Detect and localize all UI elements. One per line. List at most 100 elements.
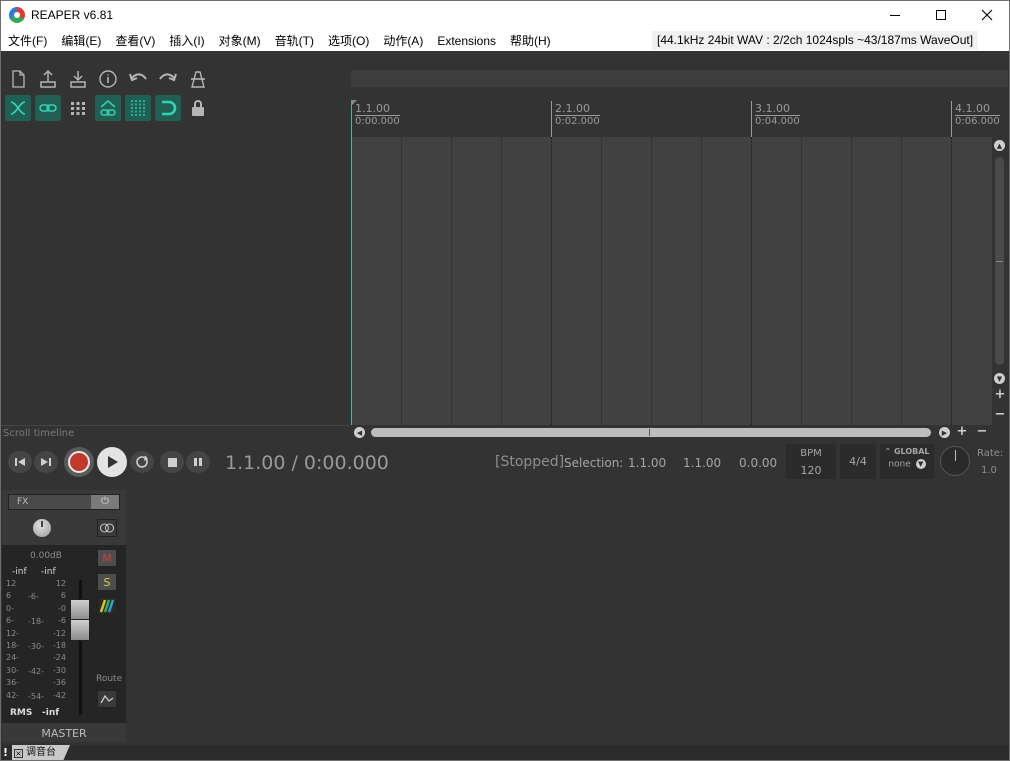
mixer-panel[interactable]: FX ⏻ 0.00dB -inf -inf 12 6 0- 6- 12- 18-… — [0, 487, 1010, 745]
meter-scale-right: 12 6 -0 -6 -12 -18 -24 -30 -36 -42 — [52, 578, 66, 702]
beat-gridline — [601, 137, 602, 425]
play-button[interactable] — [97, 447, 127, 477]
solo-button[interactable]: S — [97, 573, 117, 591]
zoom-in-horizontal-icon[interactable]: + — [956, 425, 968, 438]
ruler-time-label: 0:04.000 — [755, 116, 800, 127]
open-project-icon[interactable] — [35, 66, 61, 92]
close-tab-icon[interactable]: × — [14, 748, 23, 758]
save-project-icon[interactable] — [65, 66, 91, 92]
menu-extensions[interactable]: Extensions — [430, 31, 503, 51]
docker-indicator: ! — [3, 746, 9, 759]
minimize-button[interactable] — [872, 0, 918, 30]
arrange-view[interactable] — [351, 137, 992, 425]
zoom-in-vertical-icon[interactable]: + — [994, 388, 1006, 401]
track-control-panel[interactable] — [0, 51, 350, 441]
mixer-dock-tab[interactable]: × 调音台 — [12, 745, 70, 761]
scale-tick: -18 — [52, 641, 66, 651]
rms-value: -inf — [42, 708, 60, 718]
go-to-start-button[interactable] — [8, 451, 32, 473]
peak-right: -inf — [41, 567, 56, 577]
scale-tick: -0 — [58, 603, 66, 613]
scale-tick: 6 — [6, 591, 12, 601]
ruler-marker: 3.1.00 0:04.000 — [751, 101, 800, 137]
fx-bypass-icon[interactable]: ⏻ — [91, 495, 119, 509]
volume-fader-handle[interactable] — [70, 599, 90, 621]
snap-magnet-icon[interactable] — [155, 95, 181, 121]
bpm-value: 120 — [800, 464, 822, 477]
snap-grid-icon[interactable] — [65, 95, 91, 121]
scroll-grip — [996, 261, 1003, 262]
lock-icon[interactable] — [185, 95, 211, 121]
route-button[interactable] — [97, 597, 117, 615]
go-to-end-button[interactable] — [34, 451, 58, 473]
stop-button[interactable] — [160, 451, 184, 473]
menu-track[interactable]: 音轨(T) — [268, 31, 321, 51]
zoom-out-vertical-icon[interactable]: − — [994, 408, 1006, 421]
metronome-icon[interactable] — [185, 66, 211, 92]
maximize-button[interactable] — [918, 0, 964, 30]
close-button[interactable] — [964, 0, 1010, 30]
fx-button[interactable]: FX ⏻ — [8, 494, 120, 510]
ruler-time-label: 0:06.000 — [955, 116, 1000, 127]
bpm-box[interactable]: BPM 120 — [786, 444, 836, 479]
ripple-edit-icon[interactable] — [5, 95, 31, 121]
region-lane[interactable] — [351, 70, 1008, 87]
scroll-up-icon[interactable]: ▲ — [994, 140, 1005, 151]
menu-view[interactable]: 查看(V) — [108, 31, 162, 51]
mute-button[interactable]: M — [97, 549, 117, 567]
time-signature[interactable]: 4/4 — [840, 444, 876, 479]
new-project-icon[interactable] — [5, 66, 31, 92]
pan-knob[interactable] — [33, 519, 51, 537]
horizontal-scrollbar[interactable]: ◀ ▶ + − — [351, 425, 1008, 440]
envelope-icon — [100, 694, 114, 704]
selection-length[interactable]: 0.0.00 — [739, 456, 777, 470]
peak-left: -inf — [12, 567, 27, 577]
mono-stereo-button[interactable] — [97, 519, 117, 537]
menu-help[interactable]: 帮助(H) — [503, 31, 558, 51]
close-icon — [981, 9, 993, 21]
selection-end[interactable]: 1.1.00 — [683, 456, 721, 470]
pause-button[interactable] — [186, 451, 210, 473]
horizontal-scroll-thumb[interactable] — [371, 428, 931, 437]
menu-file[interactable]: 文件(F) — [0, 31, 54, 51]
volume-db[interactable]: 0.00dB — [30, 551, 62, 561]
reaper-logo-icon — [9, 7, 25, 23]
position-display[interactable]: 1.1.00 / 0:00.000 — [225, 452, 389, 474]
ruler-bar-label: 4.1.00 — [955, 102, 1000, 116]
scale-tick: -30- — [28, 642, 44, 651]
menu-edit[interactable]: 编辑(E) — [54, 31, 108, 51]
scroll-right-icon[interactable]: ▶ — [939, 427, 950, 438]
menu-insert[interactable]: 插入(I) — [162, 31, 211, 51]
record-button[interactable] — [64, 447, 94, 477]
selection-start[interactable]: 1.1.00 — [628, 456, 666, 470]
rate-value[interactable]: 1.0 — [981, 465, 997, 476]
global-automation-box[interactable]: ⌃ GLOBAL none ▼ — [880, 444, 934, 479]
volume-fader-handle-lower[interactable] — [70, 619, 90, 641]
master-strip: FX ⏻ 0.00dB -inf -inf 12 6 0- 6- 12- 18-… — [2, 490, 126, 742]
scale-tick: -6- — [28, 592, 39, 601]
route-label: Route — [96, 674, 123, 684]
ruler-time-label: 0:00.000 — [355, 116, 400, 127]
audio-device-status[interactable]: [44.1kHz 24bit WAV : 2/2ch 1024spls ~43/… — [652, 31, 979, 50]
pause-icon — [194, 458, 202, 466]
redo-icon[interactable] — [155, 66, 181, 92]
envelope-link-icon[interactable] — [95, 95, 121, 121]
menu-item[interactable]: 对象(M) — [212, 31, 268, 51]
master-track-name[interactable]: MASTER — [2, 726, 126, 742]
vertical-scrollbar[interactable]: ▲ ▼ — [992, 137, 1008, 425]
scroll-left-icon[interactable]: ◀ — [354, 427, 365, 438]
scale-tick: 6 — [60, 591, 66, 601]
timeline-ruler[interactable]: 1.1.00 0:00.000 2.1.00 0:02.000 3.1.00 0… — [351, 87, 1008, 137]
undo-icon[interactable] — [125, 66, 151, 92]
rate-knob[interactable] — [940, 446, 970, 476]
envelope-trim-button[interactable] — [97, 690, 117, 708]
menu-options[interactable]: 选项(O) — [321, 31, 376, 51]
scroll-down-icon[interactable]: ▼ — [994, 373, 1005, 384]
menu-actions[interactable]: 动作(A) — [376, 31, 430, 51]
item-grouping-icon[interactable] — [35, 95, 61, 121]
grid-lines-icon[interactable] — [125, 95, 151, 121]
zoom-out-horizontal-icon[interactable]: − — [976, 425, 988, 438]
rms-label: RMS — [10, 708, 33, 718]
project-settings-icon[interactable] — [95, 66, 121, 92]
repeat-button[interactable] — [130, 451, 154, 473]
